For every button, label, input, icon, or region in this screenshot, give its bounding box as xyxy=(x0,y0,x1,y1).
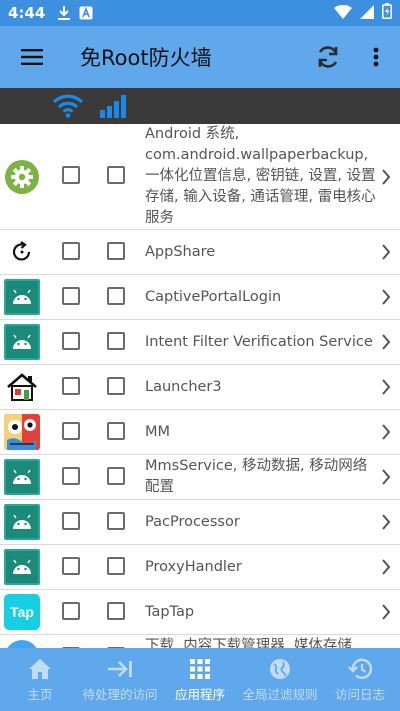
android-icon xyxy=(4,279,40,315)
globe-icon xyxy=(269,656,291,682)
wifi-checkbox[interactable] xyxy=(62,557,80,575)
wifi-checkbox[interactable] xyxy=(62,166,80,184)
chevron-right-icon[interactable] xyxy=(378,377,394,397)
list-item[interactable]: PacProcessor xyxy=(0,500,400,545)
app-name: Intent Filter Verification Service xyxy=(145,334,373,350)
more-vert-icon xyxy=(373,47,379,67)
chevron-right-icon[interactable] xyxy=(378,557,394,577)
chevron-right-icon[interactable] xyxy=(378,287,394,307)
history-icon xyxy=(348,656,372,682)
mm-icon xyxy=(4,414,40,450)
list-item[interactable]: Intent Filter Verification Service xyxy=(0,320,400,365)
mobile-data-checkbox[interactable] xyxy=(107,422,125,440)
mobile-data-checkbox[interactable] xyxy=(107,512,125,530)
app-name: PacProcessor xyxy=(145,514,240,530)
app-name: MM xyxy=(145,424,171,440)
mobile-data-checkbox[interactable] xyxy=(107,377,125,395)
page-title: 免Root防火墙 xyxy=(80,46,212,70)
home-icon xyxy=(28,656,52,682)
list-item[interactable]: Android 系统, com.android.wallpaperbackup,… xyxy=(0,124,400,230)
chevron-right-icon[interactable] xyxy=(378,332,394,352)
app-name: ProxyHandler xyxy=(145,559,242,575)
column-header-bar xyxy=(0,88,400,124)
nav-label: 访问日志 xyxy=(334,687,385,702)
wifi-checkbox[interactable] xyxy=(62,512,80,530)
mobile-data-checkbox[interactable] xyxy=(107,557,125,575)
list-item[interactable]: Launcher3 xyxy=(0,365,400,410)
list-item[interactable]: CaptivePortalLogin xyxy=(0,275,400,320)
nav-label: 全局过滤规则 xyxy=(242,687,318,702)
mobile-data-checkbox[interactable] xyxy=(107,166,125,184)
status-bar: 4:44 xyxy=(0,0,400,26)
taptap-icon: Tap xyxy=(4,594,40,630)
app-name: Android 系统, com.android.wallpaperbackup,… xyxy=(145,126,376,226)
status-time: 4:44 xyxy=(8,4,46,22)
app-name: AppShare xyxy=(145,244,216,260)
wifi-checkbox[interactable] xyxy=(62,602,80,620)
list-item[interactable]: MmsService, 移动数据, 移动网络配置 xyxy=(0,455,400,500)
app-bar: 免Root防火墙 xyxy=(0,26,400,88)
nav-label: 待处理的访问 xyxy=(82,687,158,702)
list-item[interactable]: MM xyxy=(0,410,400,455)
chevron-right-icon[interactable] xyxy=(378,422,394,442)
wifi-checkbox[interactable] xyxy=(62,467,80,485)
wifi-checkbox[interactable] xyxy=(62,287,80,305)
download-icon xyxy=(4,639,40,648)
menu-button[interactable] xyxy=(0,26,64,88)
wifi-checkbox[interactable] xyxy=(62,422,80,440)
android-icon xyxy=(4,459,40,495)
mobile-data-checkbox[interactable] xyxy=(107,467,125,485)
wifi-checkbox[interactable] xyxy=(62,242,80,260)
bottom-navigation: 主页 待处理的访问 应用程序 全局过滤规则 访问日志 xyxy=(0,648,400,711)
nav-access-log[interactable]: 访问日志 xyxy=(320,648,400,711)
app-notification-icon xyxy=(79,6,93,20)
list-item[interactable]: ProxyHandler xyxy=(0,545,400,590)
android-icon xyxy=(4,504,40,540)
wifi-checkbox[interactable] xyxy=(62,377,80,395)
app-name: MmsService, 移动数据, 移动网络配置 xyxy=(145,458,368,495)
cell-signal-icon xyxy=(360,4,374,23)
app-name: 下载, 内容下载管理器, 媒体存储 xyxy=(145,638,352,648)
battery-icon xyxy=(382,3,392,23)
mobile-data-checkbox[interactable] xyxy=(107,287,125,305)
app-name: TapTap xyxy=(145,604,195,620)
app-list: Android 系统, com.android.wallpaperbackup,… xyxy=(0,124,400,648)
wifi-column-icon[interactable] xyxy=(52,94,84,122)
hamburger-icon xyxy=(21,49,43,65)
more-options-button[interactable] xyxy=(352,26,400,88)
wifi-checkbox[interactable] xyxy=(62,332,80,350)
refresh-button[interactable] xyxy=(304,26,352,88)
arrow-right-bar-icon xyxy=(107,656,133,682)
app-name: CaptivePortalLogin xyxy=(145,289,282,305)
refresh-icon xyxy=(318,46,338,68)
taptap-logo-text: Tap xyxy=(4,594,40,630)
chevron-right-icon[interactable] xyxy=(378,467,394,487)
android-icon xyxy=(4,549,40,585)
mobile-data-checkbox[interactable] xyxy=(107,602,125,620)
house-icon xyxy=(4,369,40,405)
gear-icon xyxy=(4,159,40,195)
nav-applications[interactable]: 应用程序 xyxy=(160,648,240,711)
android-icon xyxy=(4,324,40,360)
nav-home[interactable]: 主页 xyxy=(0,648,80,711)
chevron-right-icon[interactable] xyxy=(378,512,394,532)
grid-icon xyxy=(190,656,210,682)
chevron-right-icon[interactable] xyxy=(378,167,394,187)
list-item[interactable]: 下载, 内容下载管理器, 媒体存储 xyxy=(0,635,400,648)
nav-pending-access[interactable]: 待处理的访问 xyxy=(80,648,160,711)
app-name: Launcher3 xyxy=(145,379,222,395)
list-item[interactable]: AppShare xyxy=(0,230,400,275)
chevron-right-icon[interactable] xyxy=(378,602,394,622)
mobile-data-checkbox[interactable] xyxy=(107,332,125,350)
appshare-icon xyxy=(4,234,40,270)
mobile-data-checkbox[interactable] xyxy=(107,242,125,260)
list-item[interactable]: Tap TapTap xyxy=(0,590,400,635)
chevron-right-icon[interactable] xyxy=(378,242,394,262)
mobile-data-column-icon[interactable] xyxy=(98,94,130,122)
nav-global-filter-rules[interactable]: 全局过滤规则 xyxy=(240,648,320,711)
wifi-signal-icon xyxy=(334,4,352,23)
download-notification-icon xyxy=(57,5,71,21)
nav-label: 应用程序 xyxy=(174,687,225,702)
nav-label: 主页 xyxy=(27,687,53,702)
